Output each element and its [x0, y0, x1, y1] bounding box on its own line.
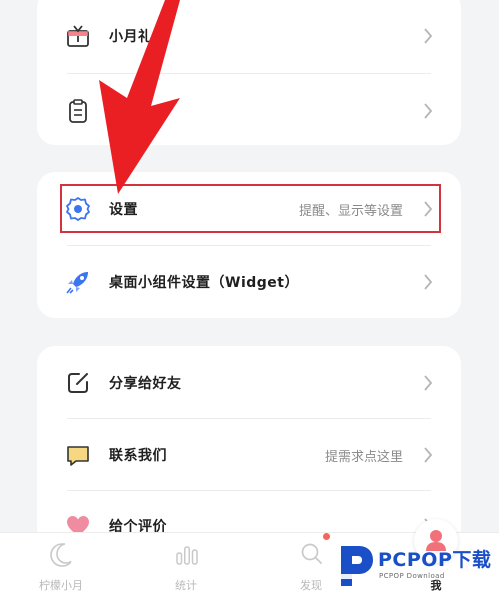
- tab-label: 柠檬小月: [39, 579, 83, 592]
- tab-stats[interactable]: 统计: [136, 533, 236, 599]
- menu-item-gift[interactable]: 小月礼包: [37, 0, 461, 73]
- menu-item-label: 联系我们: [109, 448, 167, 464]
- clipboard-icon: [69, 99, 87, 123]
- settings-highlight-box: [60, 184, 441, 233]
- bar-chart-icon: [176, 546, 198, 565]
- watermark-brand: PCPOP下载: [378, 549, 492, 571]
- share-edit-icon: [68, 373, 88, 393]
- menu-item-label: 小月礼包: [109, 29, 167, 45]
- search-icon: [301, 543, 322, 564]
- watermark-subtitle: PCPOP Download: [379, 572, 445, 580]
- gift-calendar-icon: [67, 25, 89, 47]
- tab-home[interactable]: 柠檬小月: [11, 533, 111, 599]
- chevron-right-icon: [424, 28, 433, 44]
- tab-label: 统计: [175, 579, 197, 592]
- menu-item-clipboard[interactable]: [37, 74, 461, 148]
- menu-item-label: 桌面小组件设置（Widget）: [109, 275, 299, 291]
- notification-dot: [323, 533, 330, 540]
- chat-bubble-icon: [67, 446, 89, 466]
- watermark-logo: PCPOP下载 PCPOP Download: [337, 544, 495, 590]
- menu-item-share[interactable]: 分享给好友: [37, 346, 461, 420]
- chevron-right-icon: [424, 447, 433, 463]
- card-social: 分享给好友 联系我们 提需求点这里 给个评价: [37, 346, 461, 546]
- chevron-right-icon: [424, 103, 433, 119]
- card-gifts: 小月礼包: [37, 0, 461, 145]
- chevron-right-icon: [424, 274, 433, 290]
- menu-item-label: 分享给好友: [109, 376, 182, 392]
- menu-item-widget[interactable]: 桌面小组件设置（Widget）: [37, 245, 461, 319]
- menu-item-hint: 提需求点这里: [324, 449, 403, 465]
- pcpop-logo-icon: [337, 546, 373, 586]
- menu-item-contact[interactable]: 联系我们 提需求点这里: [37, 418, 461, 492]
- rocket-icon: [66, 272, 88, 294]
- chevron-right-icon: [424, 375, 433, 391]
- moon-icon: [50, 543, 72, 567]
